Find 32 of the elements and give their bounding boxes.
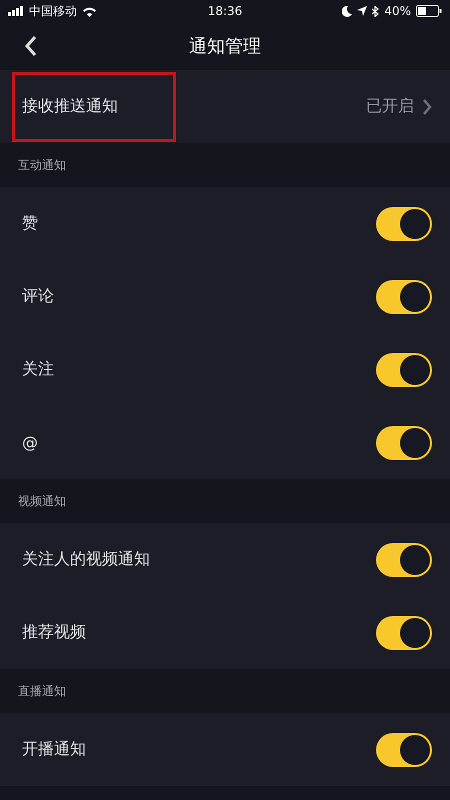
chevron-icon [422,98,432,116]
signal-icon [8,6,24,16]
toggle-switch[interactable] [376,616,432,650]
setting-label: 关注 [22,359,54,380]
setting-label: 推荐视频 [22,622,86,643]
back-button[interactable] [24,35,38,57]
toggle-switch[interactable] [376,352,432,386]
setting-label: 赞 [22,213,38,234]
settings-row[interactable]: 接收推送通知 已开启 [0,70,450,143]
battery-percent: 40% [384,4,411,18]
clock-time: 18:36 [208,4,242,18]
toggle-switch[interactable] [376,542,432,576]
toggle-switch[interactable] [376,206,432,240]
setting-label: 开播通知 [22,739,86,760]
page-title: 通知管理 [189,35,261,58]
toggle-switch[interactable] [376,732,432,766]
section-title: 视频通知 [18,492,66,510]
toggle-switch[interactable] [376,426,432,460]
toggle-switch[interactable] [376,280,432,314]
section-title: 互动通知 [18,156,66,174]
location-icon [357,6,368,16]
setting-label: 评论 [22,286,54,307]
section-title: 直播通知 [18,682,66,700]
row-label: 接收推送通知 [22,96,118,117]
wifi-icon [82,6,97,16]
setting-label: 关注人的视频通知 [22,549,150,570]
row-value: 已开启 [366,96,414,117]
battery-icon [416,5,442,17]
setting-label: @ [22,433,38,452]
moon-icon [342,6,352,16]
carrier-name: 中国移动 [29,2,77,20]
bluetooth-icon [372,6,380,16]
